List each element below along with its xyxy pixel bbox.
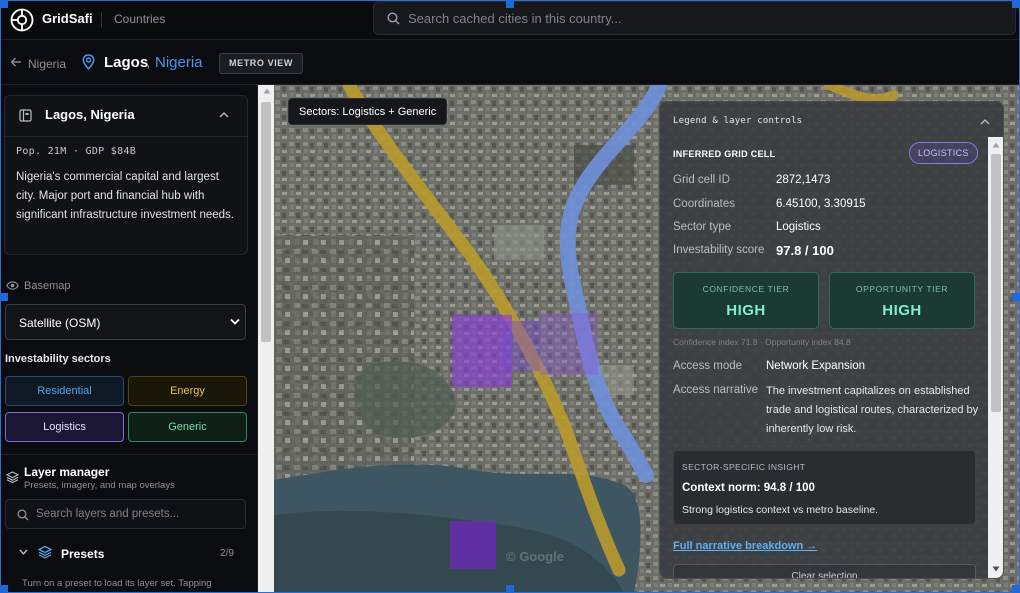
breadcrumb-country[interactable]: Nigeria [155, 54, 203, 71]
breadcrumb-city: Lagos [104, 54, 149, 71]
sector-type-label: Sector type [673, 221, 732, 233]
basemap-select[interactable]: Satellite (OSM) [5, 304, 246, 340]
divider [0, 454, 257, 455]
city-search-box[interactable] [373, 1, 1016, 35]
sector-toggle-energy[interactable]: Energy [128, 376, 247, 406]
search-icon [387, 12, 400, 25]
sector-insight-heading: SECTOR-SPECIFIC INSIGHT [682, 462, 806, 472]
sector-toggle-generic[interactable]: Generic [128, 412, 247, 442]
brand-name[interactable]: GridSafi [42, 11, 93, 26]
context-norm: Context norm: 94.8 / 100 [682, 482, 815, 494]
city-card-title: Lagos, Nigeria [45, 107, 135, 122]
opportunity-tier-card: OPPORTUNITY TIER HIGH [829, 272, 975, 329]
opportunity-tier-value: HIGH [882, 302, 922, 319]
access-narrative-value: The investment capitalizes on establishe… [766, 385, 979, 435]
basemap-selected-value: Satellite (OSM) [19, 316, 101, 330]
legend-scrollbar-thumb[interactable] [991, 154, 1001, 412]
scroll-down-arrow-icon[interactable] [992, 566, 1000, 572]
confidence-tier-card: CONFIDENCE TIER HIGH [673, 272, 819, 329]
tier-index-meta: Confidence index 71.8 · Opportunity inde… [673, 337, 851, 347]
top-bar: GridSafi Countries [0, 0, 1020, 40]
basemap-label: Basemap [24, 280, 71, 292]
grid-cell-id-label: Grid cell ID [673, 174, 730, 186]
nav-separator [101, 12, 102, 28]
layer-search-input[interactable] [36, 500, 241, 528]
layer-manager-title: Layer manager [24, 465, 110, 479]
back-arrow-icon[interactable] [10, 56, 22, 68]
layers-icon [6, 471, 19, 483]
coordinates-label: Coordinates [673, 198, 736, 210]
sidebar-scrollbar-thumb[interactable] [261, 102, 271, 342]
map-pin-icon [82, 54, 95, 70]
sectors-heading: Investability sectors [5, 353, 111, 365]
city-search-input[interactable] [408, 2, 998, 34]
insight-description: Strong logistics context vs metro baseli… [682, 504, 879, 516]
search-icon [17, 509, 29, 521]
layer-search-box[interactable] [5, 499, 246, 529]
stack-icon [38, 545, 52, 559]
full-narrative-link[interactable]: Full narrative breakdown → [673, 540, 817, 552]
sector-toggle-logistics[interactable]: Logistics [5, 412, 124, 442]
chevron-up-icon[interactable] [219, 111, 229, 118]
grid-cell-heading: INFERRED GRID CELL [673, 149, 776, 159]
layer-manager-subtitle: Presets, imagery, and map overlays [24, 480, 175, 491]
nav-link-countries[interactable]: Countries [114, 12, 165, 26]
investability-score-value: 97.8 / 100 [776, 243, 834, 258]
city-building-icon [19, 109, 32, 122]
sector-badge: LOGISTICS [909, 142, 978, 164]
grid-cell-id-value: 2872,1473 [776, 174, 831, 186]
confidence-tier-label: CONFIDENCE TIER [702, 284, 790, 294]
confidence-tier-value: HIGH [726, 302, 766, 319]
metro-view-badge: METRO VIEW [219, 53, 303, 74]
eye-icon [6, 281, 19, 290]
city-stats: Pop. 21M · GDP $84B [16, 146, 137, 157]
divider [5, 136, 247, 137]
clear-selection-button[interactable]: Clear selection [673, 564, 976, 579]
access-mode-label: Access mode [673, 360, 743, 372]
legend-panel: Legend & layer controls INFERRED GRID CE… [659, 101, 1004, 579]
access-mode-value: Network Expansion [766, 360, 866, 372]
sector-filter-chip: Sectors: Logistics + Generic [288, 98, 448, 125]
scroll-up-arrow-icon[interactable] [992, 142, 1000, 148]
sector-toggle-residential[interactable]: Residential [5, 376, 124, 406]
breadcrumb-parent-link[interactable]: Nigeria [28, 57, 66, 71]
presets-hint: Turn on a preset to load its layer set. … [22, 578, 212, 589]
sidebar: Lagos, Nigeria Pop. 21M · GDP $84B Niger… [0, 85, 258, 593]
legend-title: Legend & layer controls [673, 116, 803, 126]
access-narrative-label: Access narrative [673, 384, 759, 396]
sector-type-value: Logistics [776, 221, 821, 233]
chevron-down-icon [19, 549, 28, 555]
opportunity-tier-label: OPPORTUNITY TIER [855, 284, 949, 294]
clear-selection-label: Clear selection [791, 571, 858, 579]
sector-insight-card: SECTOR-SPECIFIC INSIGHT Context norm: 94… [673, 450, 976, 525]
chevron-up-icon[interactable] [980, 118, 990, 125]
scroll-up-arrow-icon[interactable] [263, 88, 271, 94]
city-card: Lagos, Nigeria Pop. 21M · GDP $84B Niger… [4, 95, 248, 255]
breadcrumb-separator: , [146, 54, 151, 71]
map-watermark: © Google [506, 549, 564, 564]
city-description: Nigeria's commercial capital and largest… [16, 171, 234, 221]
chevron-down-icon [230, 318, 240, 325]
presets-section-toggle[interactable]: Presets 2/9 [5, 538, 246, 568]
presets-count: 2/9 [220, 548, 234, 559]
breadcrumb-bar: Nigeria Lagos , Nigeria METRO VIEW [0, 40, 1020, 85]
gridsafi-logo-icon[interactable] [10, 8, 34, 32]
coordinates-value: 6.45100, 3.30915 [776, 198, 866, 210]
presets-title: Presets [61, 547, 105, 561]
investability-score-label: Investability score [673, 244, 765, 256]
